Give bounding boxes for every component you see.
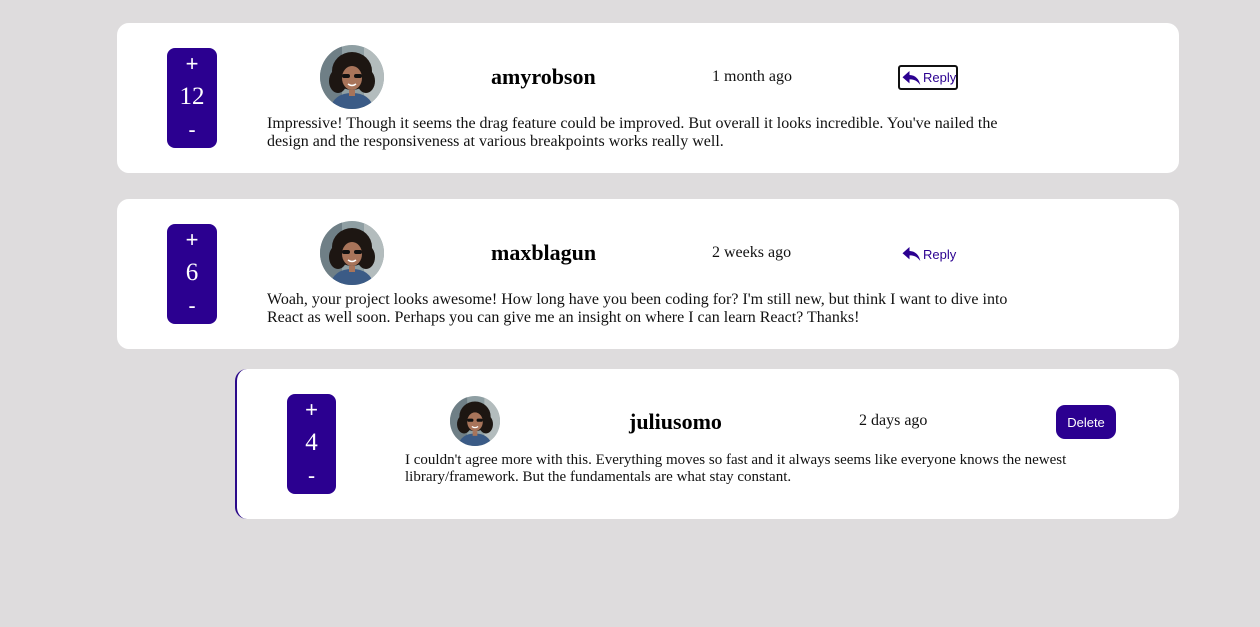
score-value: 6 [185, 259, 199, 286]
downvote-button[interactable]: - [188, 292, 195, 320]
upvote-button[interactable]: + [305, 396, 318, 424]
score-value: 12 [179, 83, 205, 110]
comment-text: Woah, your project looks awesome! How lo… [267, 291, 1008, 326]
reply-label: Reply [923, 70, 957, 85]
username[interactable]: juliusomo [629, 409, 722, 435]
comment-card: + 12 - amyrobson 1 month ago Reply Impre… [117, 23, 1179, 173]
delete-button[interactable]: Delete [1056, 405, 1116, 439]
comment-text: Impressive! Though it seems the drag fea… [267, 115, 998, 150]
upvote-button[interactable]: + [186, 50, 199, 78]
reply-card: + 4 - juliusomo 2 days ago Delete I coul… [235, 369, 1179, 519]
vote-widget: + 12 - [167, 48, 217, 148]
vote-widget: + 6 - [167, 224, 217, 324]
downvote-button[interactable]: - [308, 462, 315, 490]
vote-widget: + 4 - [287, 394, 336, 494]
upvote-button[interactable]: + [186, 226, 199, 254]
reply-arrow-icon [902, 70, 921, 86]
comment-text: I couldn't agree more with this. Everyth… [405, 452, 1067, 485]
comment-card: + 6 - maxblagun 2 weeks ago Reply Woah, … [117, 199, 1179, 349]
username[interactable]: maxblagun [491, 240, 596, 266]
avatar [450, 396, 500, 446]
reply-arrow-icon [902, 246, 921, 262]
reply-button[interactable]: Reply [900, 243, 957, 265]
timestamp: 2 weeks ago [712, 244, 792, 261]
reply-label: Reply [923, 246, 957, 262]
downvote-button[interactable]: - [188, 116, 195, 144]
username[interactable]: amyrobson [491, 64, 596, 90]
timestamp: 1 month ago [712, 68, 792, 85]
score-value: 4 [305, 429, 318, 456]
timestamp: 2 days ago [859, 412, 928, 429]
avatar [320, 45, 384, 109]
avatar [320, 221, 384, 285]
reply-button[interactable]: Reply [898, 65, 958, 90]
